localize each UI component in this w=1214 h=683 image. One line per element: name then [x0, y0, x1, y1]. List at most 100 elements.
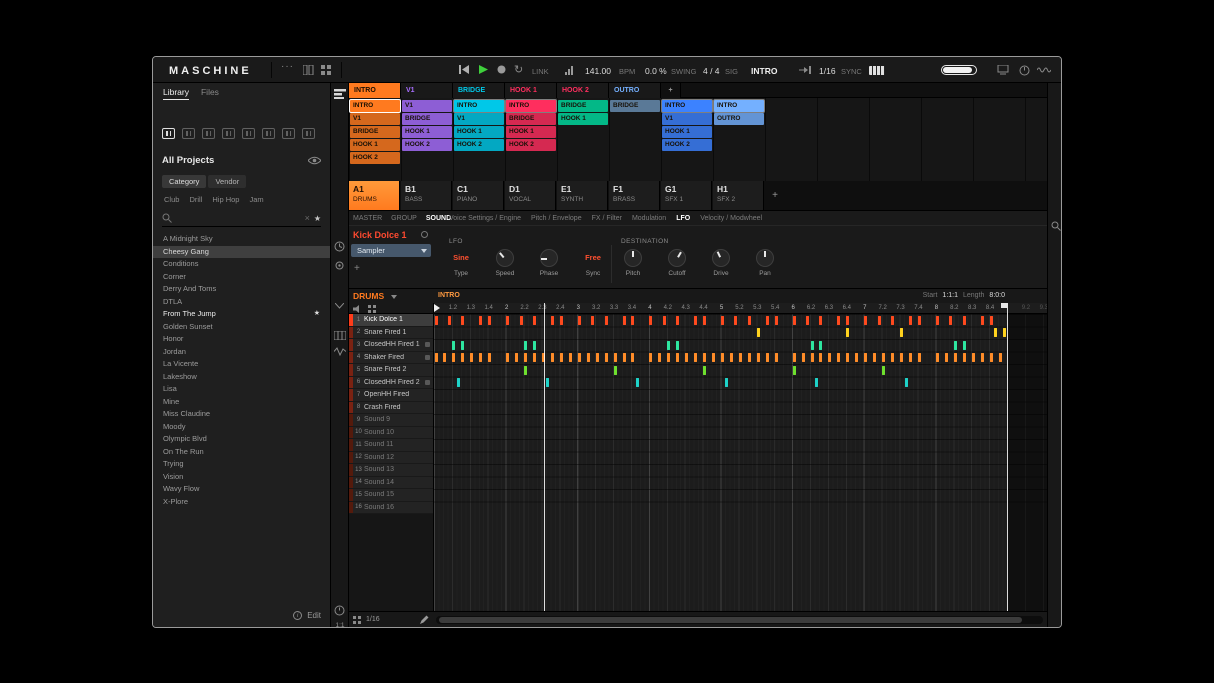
pattern-clip-h1-outro[interactable]: OUTRO — [714, 113, 764, 125]
note-event[interactable] — [658, 353, 662, 362]
note-event[interactable] — [846, 353, 850, 362]
swing-value[interactable]: 0.0 % — [645, 66, 667, 76]
sound-row-12[interactable]: 12 Sound 12 — [349, 451, 433, 464]
sound-row-6[interactable]: 6 ClosedHH Fired 2 — [349, 376, 433, 389]
note-event[interactable] — [747, 353, 751, 362]
note-event[interactable] — [694, 353, 698, 362]
section-tab-v1[interactable]: V1 — [401, 83, 453, 98]
pattern-name-label[interactable]: INTRO — [438, 292, 460, 299]
note-event[interactable] — [470, 353, 474, 362]
note-event[interactable] — [622, 353, 626, 362]
scope-tab-sound[interactable]: SOUND — [426, 215, 451, 222]
note-event[interactable] — [998, 353, 1002, 362]
sidebar-tab-library[interactable]: Library — [163, 87, 189, 100]
record-icon[interactable] — [497, 65, 506, 74]
sound-row-2[interactable]: 2 Snare Fired 1 — [349, 326, 433, 339]
pattern-end-marker[interactable] — [1001, 303, 1008, 308]
plugin-tab-fx-filter[interactable]: FX / Filter — [592, 215, 622, 222]
effects-icon[interactable] — [242, 128, 255, 139]
sounds-icon[interactable] — [202, 128, 215, 139]
scope-tab-group[interactable]: GROUP — [391, 215, 417, 222]
note-event[interactable] — [900, 353, 904, 362]
note-event[interactable] — [989, 353, 993, 362]
note-event[interactable] — [524, 365, 528, 375]
sound-name[interactable]: Kick Dolce 1 — [353, 230, 407, 240]
cutoff-knob[interactable] — [668, 249, 686, 267]
param-sync[interactable]: Free Sync — [577, 249, 609, 277]
param-drive[interactable]: Drive — [705, 249, 737, 277]
pattern-clip-a1-v1[interactable]: V1 — [350, 113, 400, 125]
param-pan[interactable]: Pan — [749, 249, 781, 277]
param-pitch[interactable]: Pitch — [617, 249, 649, 277]
note-event[interactable] — [559, 353, 563, 362]
sound-row-3[interactable]: 3 ClosedHH Fired 1 — [349, 339, 433, 352]
type-value[interactable]: Sine — [445, 249, 477, 267]
sound-row-15[interactable]: 15 Sound 15 — [349, 489, 433, 502]
sound-row-7[interactable]: 7 OpenHH Fired — [349, 389, 433, 402]
project-item[interactable]: A Midnight Sky — [153, 233, 330, 246]
note-event[interactable] — [810, 340, 814, 350]
note-event[interactable] — [721, 315, 724, 325]
loops-icon[interactable] — [262, 128, 275, 139]
group-h1[interactable]: H1 SFX 2 — [713, 181, 764, 210]
pattern-clip-g1-intro[interactable]: INTRO — [662, 100, 712, 112]
note-event[interactable] — [532, 340, 536, 350]
note-event[interactable] — [649, 353, 653, 362]
grid-value-label[interactable]: 1/16 — [366, 616, 380, 623]
param-type[interactable]: Sine Type — [445, 249, 477, 277]
keyboard-icon[interactable] — [869, 66, 885, 75]
note-event[interactable] — [667, 340, 671, 350]
note-event[interactable] — [917, 315, 921, 325]
timeline-ruler[interactable]: 1.2 1.3 1.4 2 2.2 2.3 2.4 3 3.2 3.3 3.4 4 4.2 4.3 4.4 5… — [434, 303, 1047, 314]
filter-category[interactable]: Category — [162, 175, 207, 188]
pattern-clip-e1-bridge[interactable]: BRIDGE — [558, 100, 608, 112]
scope-tab-master[interactable]: MASTER — [353, 215, 382, 222]
note-event[interactable] — [550, 315, 554, 325]
note-event[interactable] — [434, 315, 438, 325]
favorites-filter-icon[interactable]: ★ — [314, 214, 321, 223]
pattern-clip-b1-hook-2[interactable]: HOOK 2 — [402, 139, 452, 151]
search-input[interactable] — [176, 213, 301, 223]
pattern-clip-a1-hook-2[interactable]: HOOK 2 — [350, 152, 400, 164]
note-event[interactable] — [694, 315, 698, 325]
note-event[interactable] — [935, 315, 939, 325]
mute-speaker-icon[interactable] — [353, 305, 363, 313]
param-phase[interactable]: Phase — [533, 249, 565, 277]
scene-grid[interactable]: INTRO V1 BRIDGE HOOK 1 HOOK 2 V1 BRIDGE HOOK 1H… — [349, 98, 1047, 181]
note-event[interactable] — [864, 353, 868, 362]
prehear-eye-icon[interactable] — [308, 156, 321, 165]
note-event[interactable] — [891, 353, 895, 362]
note-event[interactable] — [595, 353, 599, 362]
zoom-search-icon[interactable] — [1051, 221, 1061, 231]
note-event[interactable] — [953, 353, 957, 362]
projects-icon[interactable] — [162, 128, 175, 139]
pattern-clip-c1-intro[interactable]: INTRO — [454, 100, 504, 112]
sync-value[interactable]: Free — [577, 249, 609, 267]
link-label[interactable]: LINK — [532, 67, 549, 76]
project-item[interactable]: La Vicente — [153, 358, 330, 371]
sound-row-10[interactable]: 10 Sound 10 — [349, 426, 433, 439]
note-event[interactable] — [721, 353, 724, 362]
note-event[interactable] — [900, 328, 904, 337]
note-event[interactable] — [765, 315, 769, 325]
keyboard-view-icon[interactable] — [334, 331, 346, 340]
sound-row-11[interactable]: 11 Sound 11 — [349, 439, 433, 452]
pattern-clip-d1-intro[interactable]: INTRO — [506, 100, 556, 112]
scrollbar-thumb[interactable] — [439, 617, 1022, 623]
note-event[interactable] — [703, 365, 707, 375]
note-event[interactable] — [631, 353, 635, 362]
groups-icon[interactable] — [182, 128, 195, 139]
note-event[interactable] — [819, 340, 823, 350]
note-event[interactable] — [452, 340, 456, 350]
note-event[interactable] — [635, 378, 639, 387]
sound-row-4[interactable]: 4 Shaker Fired — [349, 351, 433, 364]
note-event[interactable] — [792, 365, 796, 375]
note-event[interactable] — [891, 315, 895, 325]
note-event[interactable] — [882, 365, 886, 375]
group-e1[interactable]: E1 SYNTH — [557, 181, 608, 210]
note-event[interactable] — [806, 315, 810, 325]
note-event[interactable] — [971, 353, 975, 362]
note-event[interactable] — [452, 353, 456, 362]
group-a1[interactable]: A1 DRUMS — [349, 181, 400, 210]
note-event[interactable] — [729, 353, 733, 362]
